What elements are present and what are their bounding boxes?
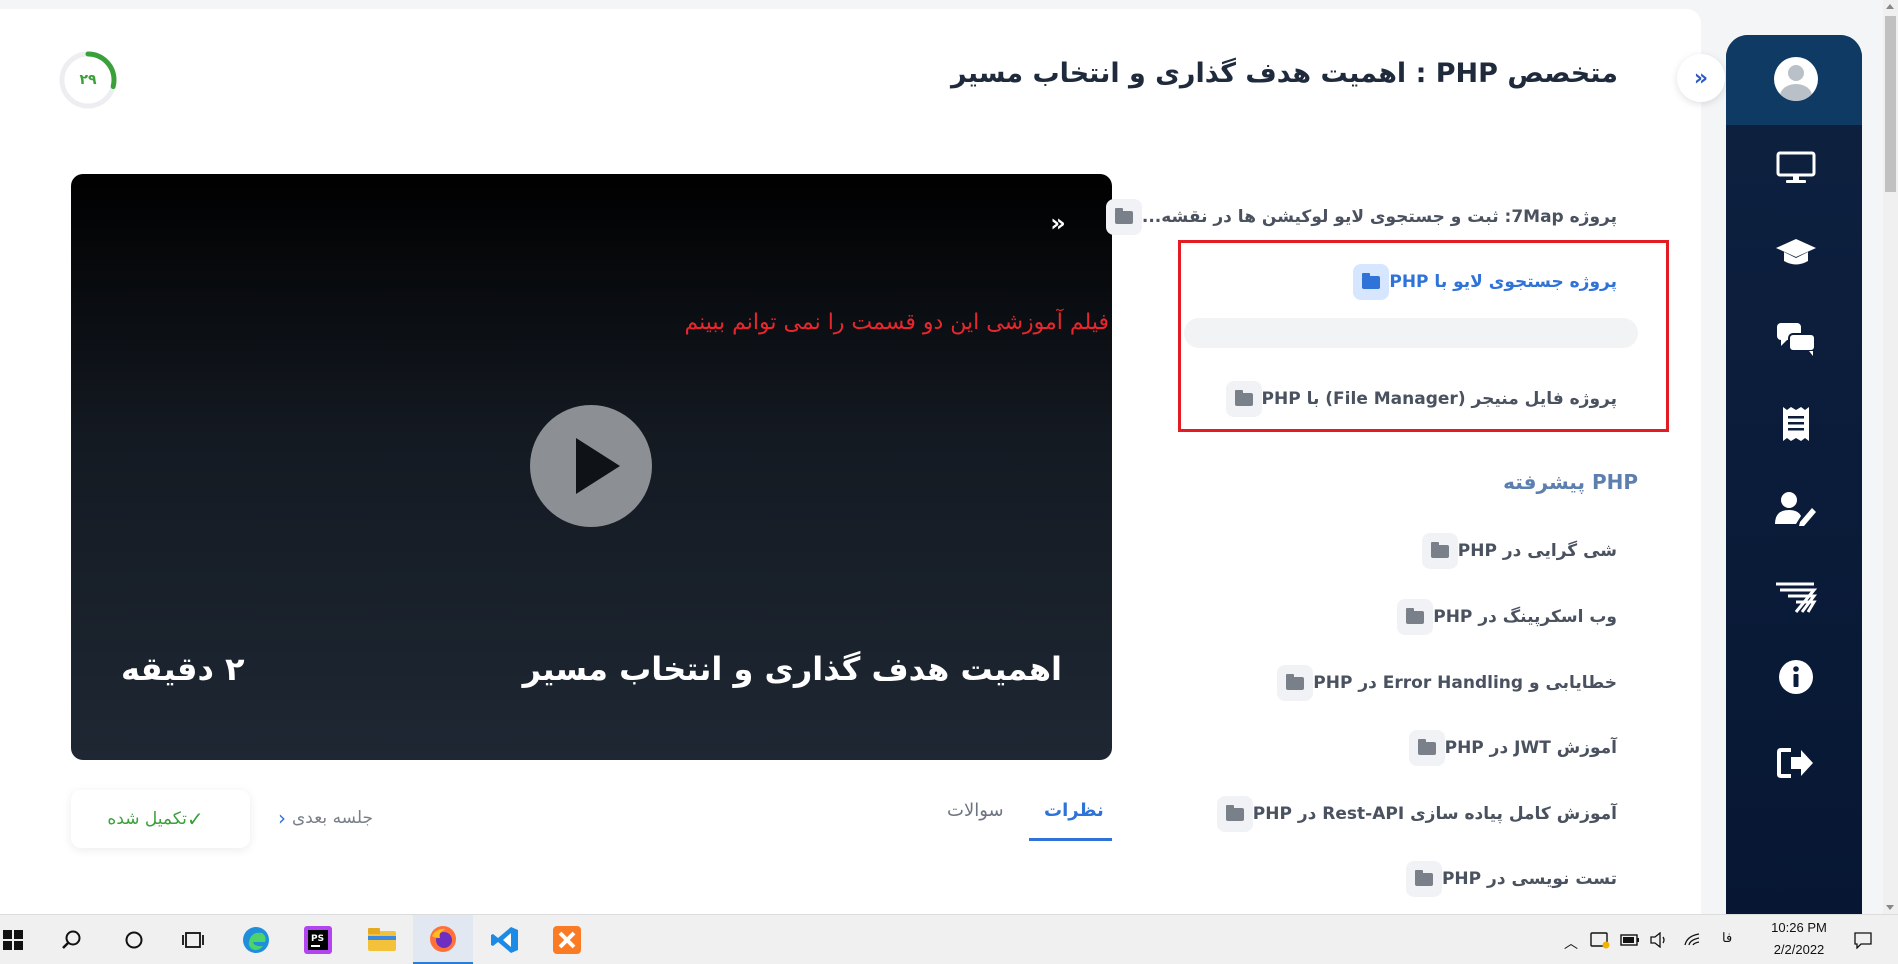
lesson-label[interactable]: پروژه 7Map: ثبت و جستجوی لایو لوکیشن ها … <box>1142 207 1617 227</box>
lesson-item[interactable]: پروژه 7Map: ثبت و جستجوی لایو لوکیشن ها … <box>1105 199 1635 235</box>
lesson-label[interactable]: آموزش JWT در PHP <box>1445 738 1617 758</box>
folder-icon <box>1421 533 1458 569</box>
page-scrollbar[interactable] <box>1883 0 1898 914</box>
sign-out-icon[interactable] <box>1774 741 1818 785</box>
section-lesson-item[interactable]: آموزش JWT در PHP <box>1408 730 1635 766</box>
receipt-icon[interactable] <box>1774 402 1818 446</box>
check-icon: ✓ <box>186 807 204 831</box>
search-icon[interactable] <box>52 915 92 964</box>
phpstorm-icon[interactable]: PS <box>298 915 338 964</box>
complete-button[interactable]: ✓ تکمیل شده <box>71 790 250 848</box>
notification-icon[interactable] <box>1848 915 1878 964</box>
folder-icon <box>1277 665 1314 701</box>
firefox-icon[interactable] <box>413 915 473 964</box>
next-session-label: جلسه بعدی <box>292 808 373 828</box>
edge-icon[interactable] <box>236 915 276 964</box>
avatar[interactable] <box>1774 57 1818 101</box>
graduation-cap-icon[interactable] <box>1774 231 1818 275</box>
lesson-label[interactable]: شی گرایی در PHP <box>1458 541 1617 561</box>
folder-icon <box>1405 861 1442 897</box>
progress-value: ۲۹ <box>79 72 97 88</box>
info-icon[interactable] <box>1774 655 1818 699</box>
section-lesson-item[interactable]: آموزش کامل پیاده سازی Rest-API در PHP <box>1216 796 1635 832</box>
section-lesson-item[interactable]: خطایابی و Error Handling در PHP <box>1277 665 1635 701</box>
scroll-thumb[interactable] <box>1885 16 1896 192</box>
next-session-button[interactable]: جلسه بعدی ‹ <box>278 806 373 830</box>
tab-active-indicator <box>1029 838 1112 841</box>
folder-icon <box>1216 796 1253 832</box>
vscode-icon[interactable] <box>485 915 525 964</box>
battery-icon[interactable] <box>1619 915 1641 964</box>
task-view-icon[interactable] <box>173 915 213 964</box>
monitor-icon[interactable] <box>1774 146 1818 190</box>
file-explorer-icon[interactable] <box>362 915 402 964</box>
wifi-icon[interactable] <box>1681 915 1705 964</box>
sidebar <box>1726 35 1862 914</box>
progress-ring: ۲۹ <box>58 50 118 110</box>
sidebar-profile <box>1726 35 1862 125</box>
stacks-icon[interactable] <box>1774 575 1818 619</box>
video-duration: ۲ دقیقه <box>121 650 245 688</box>
collapse-sidebar-button[interactable]: » <box>1677 54 1725 102</box>
complete-label: تکمیل شده <box>107 809 187 829</box>
volume-icon[interactable] <box>1648 915 1670 964</box>
section-lesson-item[interactable]: تست نویسی در PHP <box>1405 861 1635 897</box>
folder-icon <box>1105 199 1142 235</box>
section-lesson-item[interactable]: شی گرایی در PHP <box>1421 533 1635 569</box>
highlight-box <box>1178 240 1669 432</box>
scroll-up-arrow-icon[interactable] <box>1886 4 1894 9</box>
lesson-label[interactable]: وب اسکرپینگ در PHP <box>1433 607 1617 627</box>
video-title: اهمیت هدف گذاری و انتخاب مسیر <box>522 650 1062 688</box>
play-button[interactable] <box>530 405 652 527</box>
clock-time[interactable]: 10:26 PM <box>1764 920 1834 935</box>
taskbar: PS ︿ فا 10:26 PM 2/2/2022 <box>0 914 1898 964</box>
skip-forward-icon[interactable]: » <box>1043 208 1073 238</box>
video-player[interactable]: » فیلم آموزشی این دو قسمت را نمی توانم ب… <box>71 174 1112 760</box>
chevron-left-icon: ‹ <box>278 806 286 830</box>
folder-icon <box>1408 730 1445 766</box>
svg-text:PS: PS <box>311 934 324 944</box>
windows-start-icon[interactable] <box>0 915 26 964</box>
video-note: فیلم آموزشی این دو قسمت را نمی توانم ببی… <box>684 310 1109 335</box>
clock-date[interactable]: 2/2/2022 <box>1764 942 1834 957</box>
lesson-label[interactable]: تست نویسی در PHP <box>1442 869 1617 889</box>
user-edit-icon[interactable] <box>1774 486 1818 530</box>
tray-chevron-icon[interactable]: ︿ <box>1564 933 1578 953</box>
section-lesson-item[interactable]: وب اسکرپینگ در PHP <box>1397 599 1635 635</box>
tab-comments[interactable]: نظرات <box>1044 800 1104 821</box>
scroll-down-arrow-icon[interactable] <box>1886 905 1894 910</box>
folder-icon <box>1397 599 1434 635</box>
lesson-label[interactable]: آموزش کامل پیاده سازی Rest-API در PHP <box>1253 804 1617 824</box>
xampp-icon[interactable] <box>547 915 587 964</box>
cortana-icon[interactable] <box>114 915 154 964</box>
security-icon[interactable] <box>1589 915 1611 964</box>
lesson-label[interactable]: خطایابی و Error Handling در PHP <box>1313 673 1617 693</box>
language-indicator[interactable]: فا <box>1722 930 1732 946</box>
page-title: متخصص PHP : اهمیت هدف گذاری و انتخاب مسی… <box>951 58 1618 89</box>
tab-questions[interactable]: سوالات <box>947 800 1004 821</box>
chat-icon[interactable] <box>1774 317 1818 361</box>
section-title[interactable]: PHP پیشرفته <box>1503 470 1638 494</box>
